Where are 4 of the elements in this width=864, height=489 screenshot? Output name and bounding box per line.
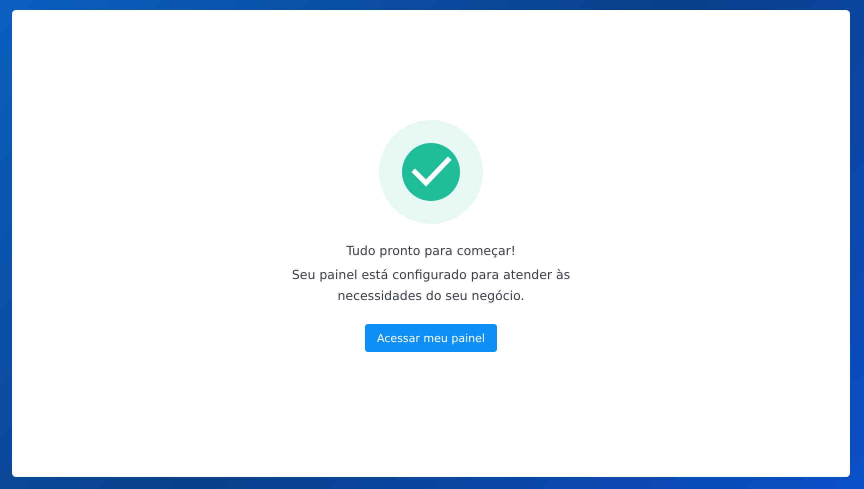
- success-message: Seu painel está configurado para atender às necessidades do seu negócio.: [290, 266, 572, 305]
- open-panel-button[interactable]: Acessar meu painel: [365, 324, 497, 352]
- success-title: Tudo pronto para começar!: [346, 243, 516, 258]
- checkmark-icon: [379, 120, 483, 224]
